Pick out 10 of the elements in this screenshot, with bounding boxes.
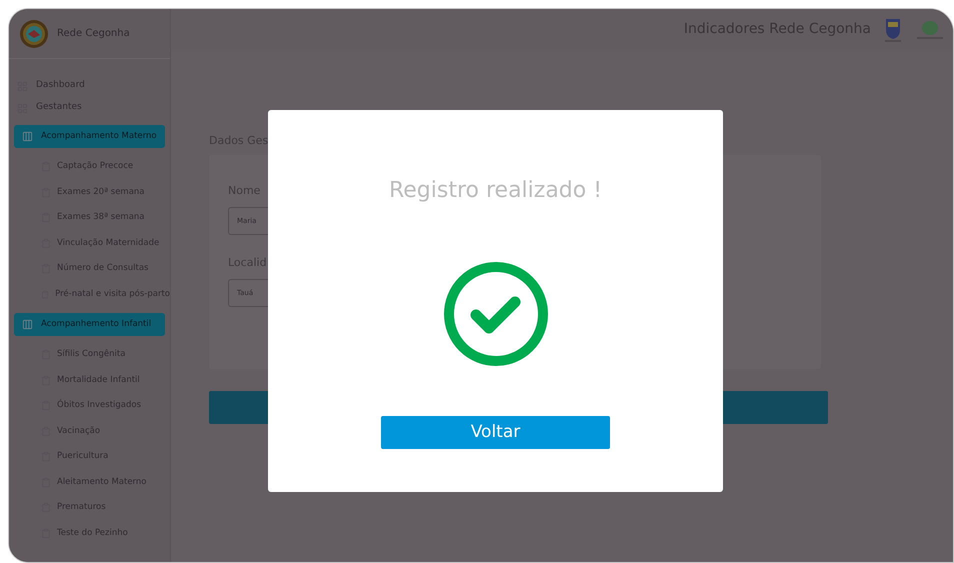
check-circle-icon: [442, 261, 548, 367]
leaf-logo-icon: [915, 18, 945, 40]
sidebar-section[interactable]: Acompanhamento Materno: [14, 125, 165, 148]
crest-icon: [883, 16, 903, 42]
columns-icon: [22, 319, 33, 330]
logo-icon: [19, 18, 49, 48]
columns-icon: [22, 131, 33, 142]
dialog-title: Registro realizado !: [388, 177, 602, 205]
back-button[interactable]: Voltar: [381, 416, 610, 449]
sidebar-section[interactable]: Acompanhemento Infantil: [14, 313, 165, 336]
